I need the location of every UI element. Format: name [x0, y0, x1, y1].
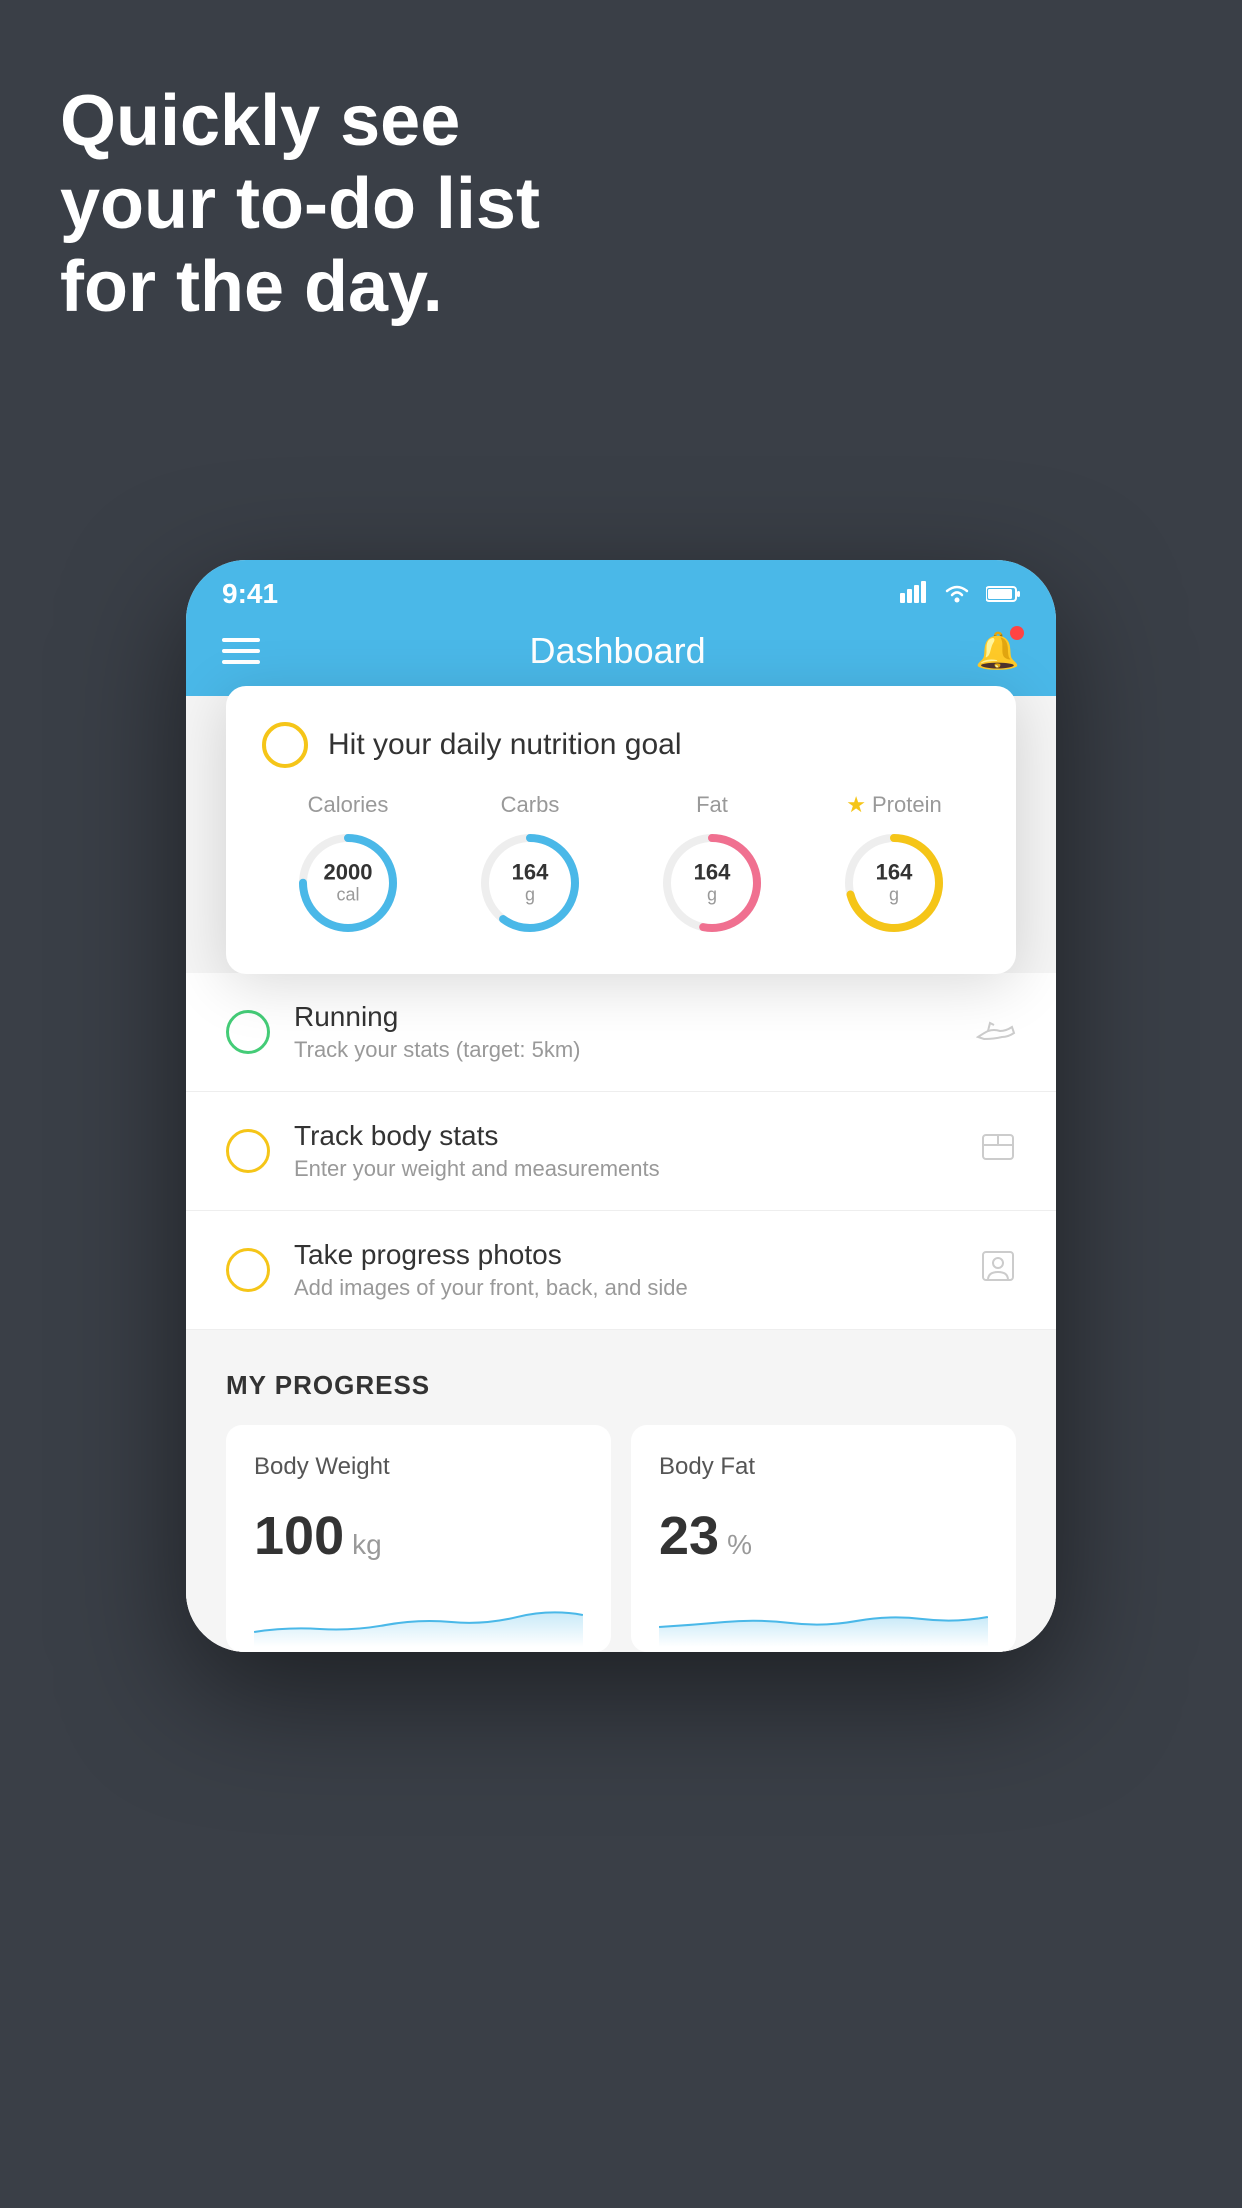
wifi-icon	[942, 579, 972, 610]
carbs-label: Carbs	[501, 792, 560, 818]
metric-carbs: Carbs 164 g	[475, 792, 585, 938]
phone-mockup: 9:41	[186, 560, 1056, 1652]
todo-title-running: Running	[294, 1001, 952, 1033]
protein-value-display: 164 g	[876, 860, 913, 905]
todo-list: Running Track your stats (target: 5km) T…	[186, 973, 1056, 1330]
nav-bar: Dashboard 🔔	[186, 620, 1056, 696]
fat-ring: 164 g	[657, 828, 767, 938]
progress-cards: Body Weight 100 kg	[226, 1425, 1016, 1652]
protein-value: 164	[876, 860, 913, 884]
body-fat-title: Body Fat	[659, 1453, 988, 1481]
todo-item-running[interactable]: Running Track your stats (target: 5km)	[186, 973, 1056, 1092]
body-fat-unit: %	[727, 1529, 752, 1561]
carbs-unit: g	[525, 885, 535, 905]
app-content: THINGS TO DO TODAY Hit your daily nutrit…	[186, 696, 1056, 1652]
metric-calories: Calories 2000 cal	[293, 792, 403, 938]
todo-check-running[interactable]	[226, 1010, 270, 1054]
carbs-value-display: 164 g	[512, 860, 549, 905]
todo-radio-nutrition[interactable]	[262, 722, 308, 768]
hero-line2: your to-do list	[60, 164, 540, 244]
nutrition-metrics: Calories 2000 cal Carbs	[262, 792, 980, 938]
calories-label: Calories	[308, 792, 389, 818]
todo-item-photos[interactable]: Take progress photos Add images of your …	[186, 1211, 1056, 1330]
progress-section-header: MY PROGRESS	[226, 1370, 1016, 1401]
calories-value: 2000	[324, 860, 373, 884]
body-weight-value-row: 100 kg	[254, 1505, 583, 1567]
todo-subtitle-photos: Add images of your front, back, and side	[294, 1275, 956, 1301]
todo-subtitle-running: Track your stats (target: 5km)	[294, 1037, 952, 1063]
signal-icon	[900, 579, 928, 610]
calories-unit: cal	[336, 885, 359, 905]
todo-item-body-stats[interactable]: Track body stats Enter your weight and m…	[186, 1092, 1056, 1211]
nav-title: Dashboard	[530, 630, 706, 672]
status-bar: 9:41	[186, 560, 1056, 620]
menu-line2	[222, 649, 260, 653]
body-weight-unit: kg	[352, 1529, 382, 1561]
body-fat-value-row: 23 %	[659, 1505, 988, 1567]
carbs-ring: 164 g	[475, 828, 585, 938]
body-weight-title: Body Weight	[254, 1453, 583, 1481]
todo-title-photos: Take progress photos	[294, 1239, 956, 1271]
menu-line1	[222, 638, 260, 642]
calories-value-display: 2000 cal	[324, 860, 373, 905]
running-shoe-icon	[976, 1013, 1016, 1051]
todo-text-body-stats: Track body stats Enter your weight and m…	[294, 1120, 956, 1182]
todo-check-photos[interactable]	[226, 1248, 270, 1292]
card-title-row: Hit your daily nutrition goal	[262, 722, 980, 768]
protein-label: ★ Protein	[846, 792, 941, 818]
fat-value: 164	[694, 860, 731, 884]
todo-subtitle-body-stats: Enter your weight and measurements	[294, 1156, 956, 1182]
todo-check-body-stats[interactable]	[226, 1129, 270, 1173]
body-fat-sparkline	[659, 1587, 988, 1647]
body-weight-sparkline	[254, 1587, 583, 1647]
notification-badge	[1010, 626, 1024, 640]
battery-icon	[986, 579, 1020, 610]
menu-line3	[222, 660, 260, 664]
fat-unit: g	[707, 885, 717, 905]
nutrition-card-title: Hit your daily nutrition goal	[328, 728, 682, 762]
menu-button[interactable]	[222, 638, 260, 664]
scale-icon	[980, 1129, 1016, 1173]
protein-ring: 164 g	[839, 828, 949, 938]
todo-text-photos: Take progress photos Add images of your …	[294, 1239, 956, 1301]
protein-unit: g	[889, 885, 899, 905]
metric-protein: ★ Protein 164 g	[839, 792, 949, 938]
nutrition-card[interactable]: Hit your daily nutrition goal Calories 2…	[226, 686, 1016, 974]
hero-line3: for the day.	[60, 247, 443, 327]
hero-line1: Quickly see	[60, 81, 460, 161]
todo-text-running: Running Track your stats (target: 5km)	[294, 1001, 952, 1063]
hero-tagline: Quickly see your to-do list for the day.	[60, 80, 540, 328]
fat-label: Fat	[696, 792, 728, 818]
status-time: 9:41	[222, 578, 278, 610]
body-fat-value: 23	[659, 1505, 719, 1567]
calories-ring: 2000 cal	[293, 828, 403, 938]
progress-section: MY PROGRESS Body Weight 100 kg	[186, 1330, 1056, 1652]
body-fat-card[interactable]: Body Fat 23 %	[631, 1425, 1016, 1652]
body-weight-card[interactable]: Body Weight 100 kg	[226, 1425, 611, 1652]
todo-title-body-stats: Track body stats	[294, 1120, 956, 1152]
body-weight-value: 100	[254, 1505, 344, 1567]
notification-button[interactable]: 🔔	[975, 630, 1020, 672]
star-icon: ★	[846, 792, 866, 818]
fat-value-display: 164 g	[694, 860, 731, 905]
status-icons	[900, 579, 1020, 610]
person-photo-icon	[980, 1248, 1016, 1292]
metric-fat: Fat 164 g	[657, 792, 767, 938]
carbs-value: 164	[512, 860, 549, 884]
